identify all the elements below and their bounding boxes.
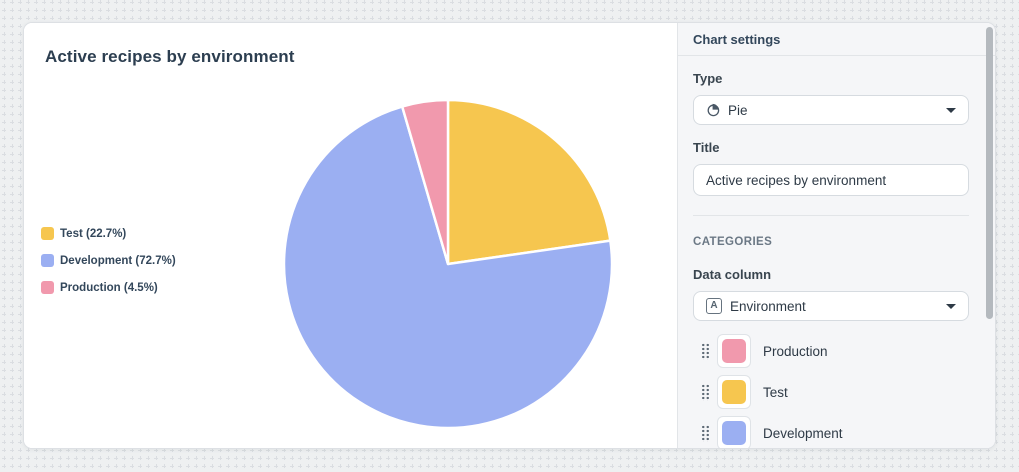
color-swatch-development: [722, 421, 746, 445]
legend-item: Development (72.7%): [41, 254, 176, 267]
chart-type-value: Pie: [728, 102, 748, 118]
data-column-value: Environment: [730, 298, 806, 314]
color-swatch-button-production[interactable]: [717, 334, 751, 368]
text-column-type-icon: A: [706, 298, 722, 314]
color-swatch-test: [722, 380, 746, 404]
chevron-down-icon: [946, 108, 956, 113]
legend-item: Production (4.5%): [41, 281, 176, 294]
chart-legend: Test (22.7%) Development (72.7%) Product…: [41, 227, 176, 308]
legend-swatch-test: [41, 227, 54, 240]
categories-section-label: CATEGORIES: [693, 236, 773, 248]
chart-builder-card: Active recipes by environment Test (22.7…: [23, 22, 996, 449]
category-row-development: Development: [693, 416, 969, 448]
legend-swatch-development: [41, 254, 54, 267]
type-field-label: Type: [693, 71, 723, 86]
legend-label: Production (4.5%): [60, 281, 158, 294]
drag-handle-icon[interactable]: [701, 383, 710, 401]
settings-panel-title: Chart settings: [678, 23, 995, 56]
drag-handle-icon[interactable]: [701, 342, 710, 360]
chart-settings-panel: Chart settings Type Pie Title CATEGORIES…: [677, 23, 995, 448]
category-label: Development: [763, 425, 843, 441]
color-swatch-button-development[interactable]: [717, 416, 751, 448]
settings-body: Type Pie Title CATEGORIES Data column A …: [678, 56, 995, 448]
data-column-field-label: Data column: [693, 267, 772, 282]
legend-item: Test (22.7%): [41, 227, 176, 240]
chart-type-select[interactable]: Pie: [693, 95, 969, 125]
drag-handle-icon[interactable]: [701, 424, 710, 442]
pie-type-icon: [707, 103, 720, 117]
section-divider: [693, 215, 969, 216]
category-list: Production Test Development: [693, 334, 969, 448]
legend-swatch-production: [41, 281, 54, 294]
color-swatch-button-test[interactable]: [717, 375, 751, 409]
panel-scrollbar[interactable]: [986, 27, 993, 319]
legend-label: Development (72.7%): [60, 254, 176, 267]
pie-slice-test: [446, 98, 612, 266]
chart-preview: Active recipes by environment Test (22.7…: [24, 23, 677, 448]
category-row-test: Test: [693, 375, 969, 409]
chart-title-input[interactable]: [693, 164, 969, 196]
color-swatch-production: [722, 339, 746, 363]
pie-chart: [282, 98, 614, 430]
legend-label: Test (22.7%): [60, 227, 127, 240]
category-label: Production: [763, 343, 828, 359]
title-field-label: Title: [693, 140, 720, 155]
data-column-select[interactable]: A Environment: [693, 291, 969, 321]
category-label: Test: [763, 384, 788, 400]
category-row-production: Production: [693, 334, 969, 368]
chart-title: Active recipes by environment: [45, 47, 295, 66]
chevron-down-icon: [946, 304, 956, 309]
